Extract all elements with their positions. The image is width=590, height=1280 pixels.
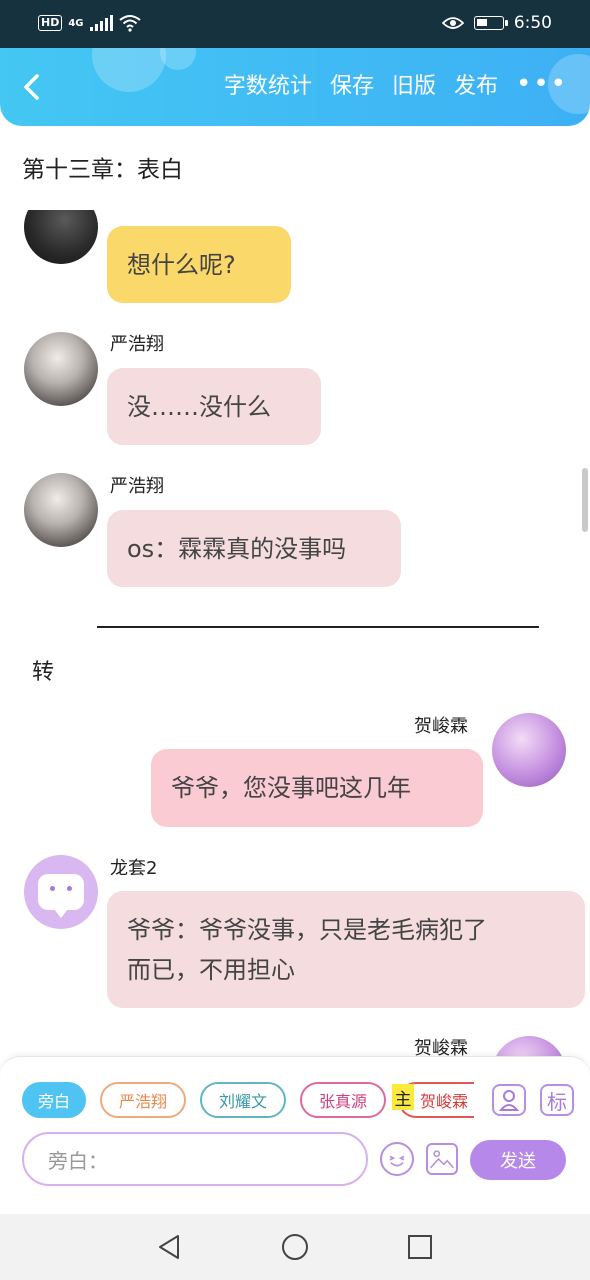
decor-bubble [160,48,196,70]
top-app-bar: 字数统计 保存 旧版 发布 ••• [0,48,590,126]
chat-bubble[interactable]: 没……没什么 [107,368,321,445]
emoji-icon[interactable] [380,1142,414,1176]
network-type: 4G [68,17,84,29]
scrollbar[interactable] [582,468,588,532]
chat-bubble[interactable]: 爷爷，您没事吧这几年 [151,749,483,827]
nav-back-icon[interactable] [156,1233,182,1261]
divider [97,626,539,628]
clock: 6:50 [513,13,552,33]
chat-bubble[interactable]: 想什么呢? [107,226,291,303]
status-bar: HD 4G 6:50 [0,0,590,48]
chat-bot-icon [38,874,84,918]
hd-badge: HD [38,15,63,31]
wifi-icon [118,15,141,32]
chat-bubble[interactable]: os：霖霖真的没事吗 [107,510,401,587]
transition-text: 转 [32,660,55,685]
sender-name: 严浩翔 [110,334,164,355]
more-menu-icon[interactable]: ••• [516,69,568,99]
signal-icon [89,15,113,31]
chat-bubble[interactable]: 爷爷：爷爷没事，只是老毛病犯了 而已，不用担心 [107,891,585,1008]
scroll-mask [0,182,590,210]
main-role-tag: 主 [392,1084,414,1110]
battery-icon [473,16,508,30]
back-arrow-icon[interactable] [18,70,48,104]
send-button[interactable]: 发送 [470,1140,566,1180]
decor-bubble [92,48,166,92]
sender-name: 龙套2 [110,858,158,879]
role-chip-zhang[interactable]: 张真源 [300,1082,386,1118]
avatar[interactable] [24,332,98,406]
old-version-button[interactable]: 旧版 [392,68,436,100]
nav-home-icon[interactable] [281,1233,309,1261]
save-button[interactable]: 保存 [330,68,374,100]
bubble-line: 爷爷：爷爷没事，只是老毛病犯了 [127,915,487,944]
avatar[interactable] [492,713,566,787]
eye-icon [441,17,464,29]
nav-recents-icon[interactable] [407,1233,433,1261]
character-icon[interactable] [492,1084,526,1116]
avatar[interactable] [24,473,98,547]
role-chip-liu[interactable]: 刘耀文 [200,1082,286,1118]
role-chip-yan[interactable]: 严浩翔 [100,1082,186,1118]
sender-name: 贺峻霖 [414,716,468,737]
bot-avatar[interactable] [24,855,98,929]
word-count-button[interactable]: 字数统计 [224,68,312,100]
status-right: 6:50 [441,13,552,33]
status-left: HD 4G [38,14,141,32]
header-actions: 字数统计 保存 旧版 发布 ••• [224,68,568,100]
role-chip-narrator[interactable]: 旁白 [22,1082,86,1118]
bubble-line: 而已，不用担心 [127,955,295,984]
image-icon[interactable] [426,1143,458,1175]
publish-button[interactable]: 发布 [454,68,498,100]
chapter-title: 第十三章：表白 [22,157,183,183]
sender-name: 严浩翔 [110,476,164,497]
mark-button[interactable]: 标 [540,1084,574,1116]
message-input[interactable]: 旁白： [22,1132,368,1186]
system-navigation-bar [0,1214,590,1280]
